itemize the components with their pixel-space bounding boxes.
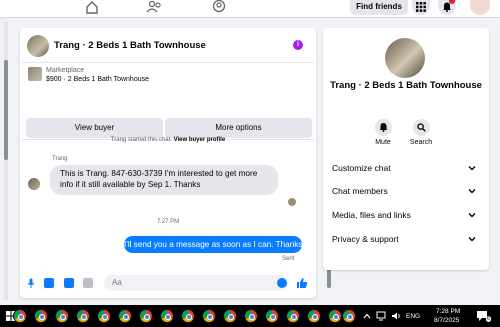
privacy-support-row[interactable]: Privacy & support — [332, 232, 482, 246]
seen-indicator-avatar — [288, 198, 296, 206]
chevron-down-icon — [468, 237, 476, 242]
chevron-down-icon — [468, 166, 476, 171]
taskbar-chrome-icon[interactable] — [342, 309, 356, 323]
taskbar-chrome-icon[interactable] — [286, 309, 300, 323]
listing-category: Marketplace — [46, 67, 85, 74]
chat-title[interactable]: Trang · 2 Beds 1 Bath Townhouse — [54, 40, 206, 51]
sender-avatar[interactable] — [28, 178, 40, 190]
taskbar-chrome-icon[interactable] — [139, 309, 153, 323]
conversation-info-panel: Trang · 2 Beds 1 Bath Townhouse Mute Sea… — [323, 28, 489, 270]
account-avatar[interactable] — [470, 0, 490, 15]
taskbar-chrome-icon[interactable] — [181, 309, 195, 323]
taskbar-chrome-icon[interactable] — [202, 309, 216, 323]
conversation-title: Trang · 2 Beds 1 Bath Townhouse — [330, 80, 482, 91]
profile-icon[interactable] — [211, 0, 227, 14]
taskbar-chrome-icon[interactable] — [265, 309, 279, 323]
sender-name: Trang — [52, 156, 68, 162]
chat-header: Trang · 2 Beds 1 Bath Townhouse i — [20, 28, 316, 62]
privacy-support-label: Privacy & support — [332, 234, 399, 244]
volume-icon[interactable] — [391, 311, 401, 321]
find-friends-button[interactable]: Find friends — [350, 0, 408, 15]
tray-chevron-up-icon[interactable] — [363, 313, 371, 319]
notifications-button[interactable] — [438, 0, 456, 15]
info-icon[interactable]: i — [293, 40, 303, 50]
menu-grid-button[interactable] — [412, 0, 430, 15]
friends-icon[interactable] — [146, 0, 162, 14]
chat-window: Trang · 2 Beds 1 Bath Townhouse i Market… — [20, 28, 331, 298]
page-scrollbar-thumb[interactable] — [4, 60, 8, 160]
home-icon[interactable] — [84, 0, 100, 14]
notification-badge — [449, 0, 455, 4]
language-indicator[interactable]: ENG — [406, 313, 420, 320]
taskbar-chrome-icon[interactable] — [307, 309, 321, 323]
taskbar-chrome-icon[interactable] — [76, 309, 90, 323]
listing-avatar[interactable] — [27, 35, 49, 57]
emoji-icon[interactable] — [277, 278, 287, 288]
taskbar-date[interactable]: 8/7/2025 — [434, 317, 459, 324]
sent-status: Sent — [282, 256, 295, 262]
top-navigation-bar: Find friends — [0, 0, 500, 18]
message-composer — [20, 272, 316, 298]
listing-thumbnail[interactable] — [28, 67, 42, 81]
taskbar-chrome-icon[interactable] — [118, 309, 132, 323]
mute-label: Mute — [375, 139, 391, 146]
search-label: Search — [409, 139, 433, 146]
search-icon — [417, 123, 426, 132]
incoming-message[interactable]: This is Trang. 847-630-3739 I'm interest… — [50, 165, 278, 195]
taskbar-chrome-icon[interactable] — [34, 309, 48, 323]
gif-icon[interactable] — [83, 278, 93, 288]
chat-started-text: Trang started this chat. — [110, 137, 172, 143]
view-buyer-profile-link[interactable]: View buyer profile — [174, 137, 226, 143]
message-input[interactable] — [104, 275, 288, 291]
view-buyer-button[interactable]: View buyer — [26, 118, 163, 138]
more-options-button[interactable]: More options — [165, 118, 312, 138]
taskbar-chrome-icon[interactable] — [328, 309, 342, 323]
chat-members-row[interactable]: Chat members — [332, 184, 482, 198]
listing-card: Marketplace $900 · 2 Beds 1 Bath Townhou… — [22, 62, 314, 140]
taskbar-chrome-icon[interactable] — [97, 309, 111, 323]
chevron-down-icon — [468, 189, 476, 194]
taskbar-chrome-icon[interactable] — [223, 309, 237, 323]
network-icon[interactable] — [376, 311, 386, 321]
mute-button[interactable] — [375, 119, 392, 136]
time-separator: 7:27 PM — [156, 219, 180, 225]
bell-icon — [379, 123, 388, 132]
customize-chat-label: Customize chat — [332, 163, 391, 173]
chat-members-label: Chat members — [332, 186, 388, 196]
customize-chat-row[interactable]: Customize chat — [332, 161, 482, 175]
chevron-down-icon — [468, 213, 476, 218]
media-files-links-label: Media, files and links — [332, 210, 411, 220]
taskbar-chrome-icon[interactable] — [13, 309, 27, 323]
search-button[interactable] — [413, 119, 430, 136]
chat-started-notice: Trang started this chat. View buyer prof… — [20, 137, 316, 143]
taskbar-chrome-icon[interactable] — [55, 309, 69, 323]
media-files-links-row[interactable]: Media, files and links — [332, 208, 482, 222]
taskbar-chrome-icon[interactable] — [160, 309, 174, 323]
sticker-icon[interactable] — [64, 278, 74, 288]
taskbar-chrome-icon[interactable] — [244, 309, 258, 323]
windows-taskbar: ENG 7:28 PM 8/7/2025 6 — [0, 305, 500, 327]
taskbar-time[interactable]: 7:28 PM — [436, 308, 460, 315]
notification-count-badge: 6 — [486, 316, 492, 322]
microphone-icon[interactable] — [26, 278, 36, 288]
listing-name[interactable]: $900 · 2 Beds 1 Bath Townhouse — [46, 76, 149, 83]
outgoing-message[interactable]: I'll send you a message as soon as I can… — [124, 236, 302, 253]
conversation-avatar[interactable] — [385, 38, 425, 78]
menu-grid-icon — [416, 2, 426, 12]
photo-icon[interactable] — [44, 278, 54, 288]
like-icon[interactable] — [296, 277, 308, 289]
